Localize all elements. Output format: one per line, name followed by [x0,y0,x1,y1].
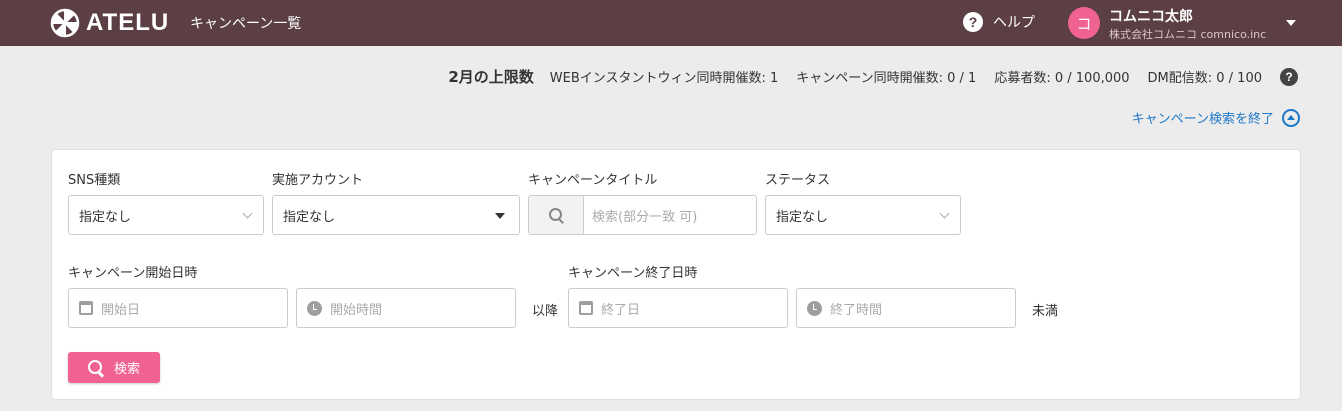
user-name[interactable]: コムニコ太郎 [1109,6,1193,26]
sns-type-value: 指定なし [79,209,132,225]
monthly-limits: 2月の上限数 WEBインスタントウィン同時開催数: 1 キャンペーン同時開催数:… [448,66,1298,87]
close-search-label: キャンペーン検索を終了 [1131,112,1274,127]
calendar-icon [579,301,593,315]
logo-text: ATELU [86,9,170,36]
end-time-placeholder: 終了時間 [830,302,883,318]
limit-campaigns: キャンペーン同時開催数: 0 / 1 [796,71,977,86]
search-icon [549,208,563,222]
status-label: ステータス [765,173,831,188]
search-icon [87,359,104,376]
status-select[interactable]: 指定なし [765,195,961,235]
end-suffix: 未満 [1032,304,1059,319]
chevron-up-circle-icon [1282,108,1300,127]
start-time-placeholder: 開始時間 [330,302,383,318]
limits-title: 2月の上限数 [448,68,534,86]
account-value: 指定なし [283,209,336,225]
top-header: ATELU キャンペーン一覧 ? ヘルプ コ コムニコ太郎 株式会社コムニコ c… [0,0,1342,46]
chevron-down-icon [939,208,950,219]
avatar[interactable]: コ [1068,7,1100,39]
end-datetime-label: キャンペーン終了日時 [568,266,698,281]
start-date-input[interactable]: 開始日 [68,288,288,328]
account-select[interactable]: 指定なし [272,195,520,235]
search-addon [529,196,584,234]
logo[interactable]: ATELU [50,8,169,38]
clock-icon [807,300,822,316]
search-panel: SNS種類 指定なし 実施アカウント 指定なし キャンペーンタイトル 検索(部分… [51,149,1301,400]
end-date-placeholder: 終了日 [601,302,641,318]
close-search-link[interactable]: キャンペーン検索を終了 [1132,108,1300,127]
help-label: ヘルプ [993,15,1035,31]
limit-dm: DM配信数: 0 / 100 [1147,71,1262,86]
start-time-input[interactable]: 開始時間 [296,288,516,328]
campaign-title-input[interactable]: 検索(部分一致 可) [528,195,757,235]
limit-web-instant: WEBインスタントウィン同時開催数: 1 [549,71,779,86]
limits-help-icon[interactable]: ? [1280,67,1298,86]
search-button-label: 検索 [113,362,140,377]
start-datetime-label: キャンペーン開始日時 [68,266,198,281]
status-value: 指定なし [776,209,829,225]
nav-campaign-list[interactable]: キャンペーン一覧 [190,13,301,33]
user-org: 株式会社コムニコ comnico.inc [1109,28,1267,41]
sns-type-label: SNS種類 [68,173,121,188]
chevron-down-icon [242,208,253,219]
start-date-placeholder: 開始日 [101,302,141,318]
search-button[interactable]: 検索 [68,352,160,383]
account-label: 実施アカウント [272,173,364,188]
calendar-icon [79,301,93,315]
sns-type-select[interactable]: 指定なし [68,195,264,235]
clock-icon [307,300,322,316]
user-menu-chevron-down-icon[interactable] [1286,20,1296,26]
end-date-input[interactable]: 終了日 [568,288,788,328]
campaign-title-label: キャンペーンタイトル [528,173,658,188]
end-time-input[interactable]: 終了時間 [796,288,1016,328]
caret-down-icon [495,213,505,219]
start-suffix: 以降 [532,304,559,319]
campaign-title-placeholder: 検索(部分一致 可) [592,209,698,225]
help-icon: ? [963,12,983,32]
logo-icon [50,8,80,38]
limit-applicants: 応募者数: 0 / 100,000 [994,71,1130,86]
help-link[interactable]: ? ヘルプ [963,12,1035,32]
